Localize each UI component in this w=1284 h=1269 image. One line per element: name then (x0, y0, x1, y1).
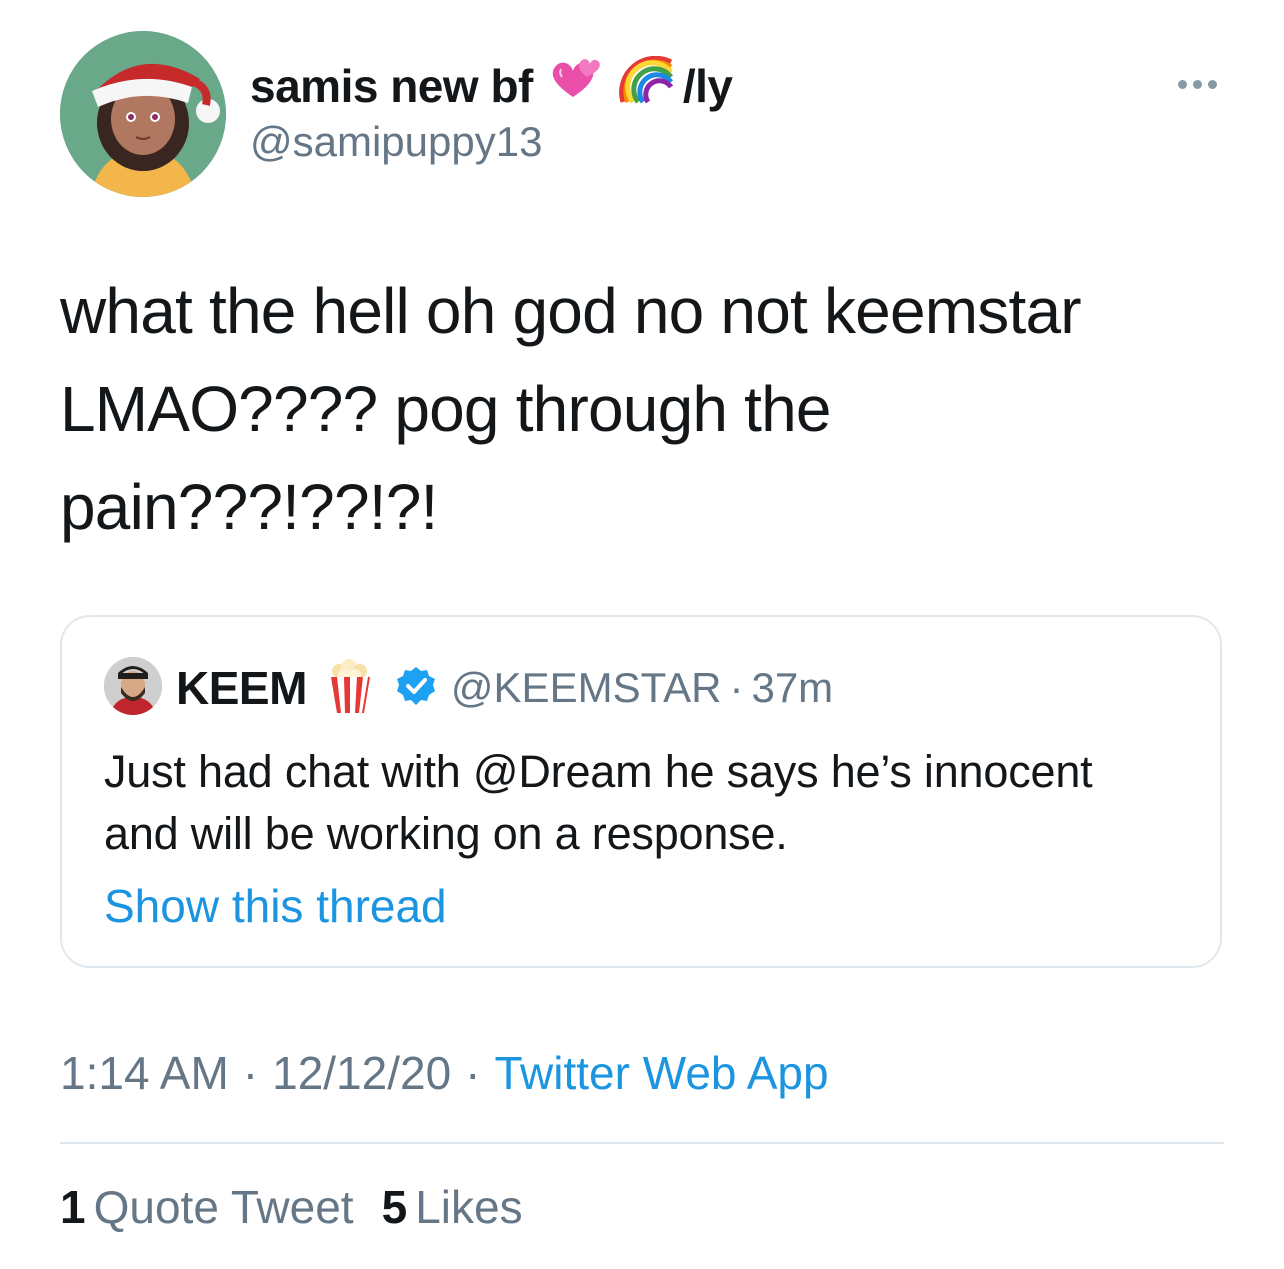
tweet-text: what the hell oh god no not keemstar LMA… (60, 262, 1230, 556)
avatar-illustration (60, 31, 226, 197)
author-handle[interactable]: @samipuppy13 (250, 118, 542, 166)
tweet-source-link[interactable]: Twitter Web App (495, 1046, 829, 1100)
two-hearts-icon (547, 57, 601, 114)
verified-badge-icon (395, 665, 437, 712)
likes-stat[interactable]: 5 Likes (382, 1180, 523, 1234)
more-dot (1178, 80, 1187, 89)
quoted-text-line: Just had chat with @Dream he says he’s i… (104, 746, 1093, 797)
quoted-author-handle[interactable]: @KEEMSTAR (451, 664, 722, 712)
author-display-name[interactable]: samis new bf /ly (250, 55, 733, 115)
quoted-tweet-header: KEEM @KEEMSTAR · 37m (176, 657, 833, 719)
quoted-avatar-illustration (104, 657, 162, 715)
author-name-suffix: /ly (682, 59, 733, 112)
quote-tweets-stat[interactable]: 1 Quote Tweet (60, 1180, 354, 1234)
tweet-text-line: what the hell oh god no not keemstar (60, 275, 1082, 347)
more-dot (1193, 80, 1202, 89)
like-label: Likes (415, 1181, 523, 1233)
like-count: 5 (381, 1181, 408, 1233)
more-options-icon[interactable] (1170, 72, 1225, 97)
show-thread-link[interactable]: Show this thread (104, 879, 447, 933)
meta-separator: · (465, 1047, 481, 1099)
tweet-text-line: pain???!??!?! (60, 471, 438, 543)
more-dot (1208, 80, 1217, 89)
quoted-author-name[interactable]: KEEM (176, 661, 307, 715)
meta-separator: · (242, 1047, 259, 1099)
quoted-text-line: and will be working on a response. (104, 808, 788, 859)
popcorn-icon (327, 658, 373, 718)
tweet-meta: 1:14 AM · 12/12/20 · Twitter Web App (60, 1046, 829, 1100)
quote-count: 1 (60, 1181, 86, 1233)
author-avatar[interactable] (60, 31, 226, 197)
quoted-tweet-text: Just had chat with @Dream he says he’s i… (104, 741, 1194, 865)
rainbow-icon (615, 55, 675, 115)
quoted-tweet-card[interactable]: KEEM @KEEMSTAR · 37m Just had chat with … (60, 615, 1222, 968)
quoted-separator: · (729, 664, 744, 711)
tweet-text-line: LMAO???? pog through the (60, 373, 832, 445)
tweet-time[interactable]: 1:14 AM (60, 1046, 229, 1100)
tweet-date[interactable]: 12/12/20 (272, 1046, 451, 1100)
quoted-tweet-time[interactable]: 37m (751, 664, 833, 712)
tweet-stats: 1 Quote Tweet 5 Likes (60, 1180, 551, 1234)
quote-label: Quote Tweet (93, 1181, 354, 1233)
quoted-author-avatar[interactable] (104, 657, 162, 715)
divider (60, 1142, 1224, 1144)
author-name-text: samis new bf (250, 59, 533, 112)
